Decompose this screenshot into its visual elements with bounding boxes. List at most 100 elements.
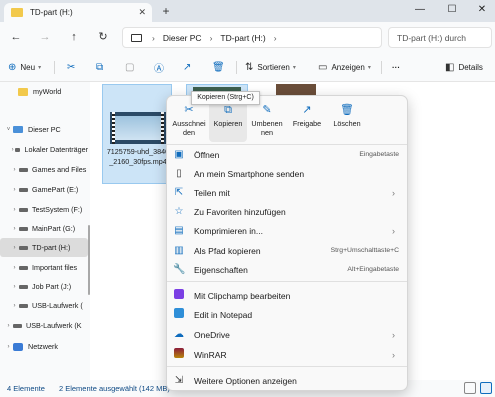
breadcrumb-this-pc[interactable]: Dieser PC	[163, 33, 202, 43]
sidebar-item-gamepart[interactable]: › GamePart (E:)	[0, 180, 88, 199]
folder-icon	[11, 8, 23, 17]
menu-item-label: Als Pfad kopieren	[194, 245, 261, 256]
menu-item-label: Komprimieren in...	[194, 225, 263, 236]
menu-item-copy-path[interactable]: ▥ Als Pfad kopieren Strg+Umschalttaste+C	[173, 241, 403, 260]
star-icon: ☆	[174, 206, 184, 217]
maximize-button[interactable]: ☐	[437, 0, 467, 22]
sidebar-item-label: Job Part (J:)	[32, 282, 72, 291]
menu-item-add-favorite[interactable]: ☆ Zu Favoriten hinzufügen	[173, 202, 403, 221]
copy-label: Kopieren	[213, 119, 243, 128]
menu-item-send-to-phone[interactable]: ▯ An mein Smartphone senden	[173, 164, 403, 183]
sidebar-item-testsystem[interactable]: › TestSystem (F:)	[0, 200, 88, 219]
menu-item-winrar[interactable]: WinRAR ›	[173, 345, 403, 364]
menu-item-label: Weitere Optionen anzeigen	[194, 375, 297, 386]
cut-action[interactable]: ✂ Ausschneiden	[170, 100, 208, 142]
chevron-right-icon: ›	[152, 32, 155, 43]
breadcrumb-td-part[interactable]: TD-part (H:)	[220, 33, 265, 43]
open-icon: ▣	[174, 149, 184, 160]
chevron-right-icon: ›	[209, 32, 213, 43]
menu-item-notepad[interactable]: Edit in Notepad	[173, 305, 403, 324]
sidebar-item-usb-drive-2[interactable]: › USB-Laufwerk (K	[0, 316, 88, 335]
sort-icon: ⇅	[245, 61, 254, 73]
menu-item-onedrive[interactable]: ☁ OneDrive ›	[173, 325, 403, 344]
up-button[interactable]: ↑	[66, 29, 82, 45]
details-button[interactable]: ◧ Details	[445, 60, 483, 74]
menu-item-label: An mein Smartphone senden	[194, 168, 305, 179]
sidebar-item-label: GamePart (E:)	[32, 185, 79, 194]
menu-shortcut: Strg+Umschalttaste+C	[330, 247, 399, 254]
share-icon: ↗	[183, 61, 192, 73]
usb-drive-icon	[19, 303, 28, 308]
sidebar-item-usb-drive-1[interactable]: › USB-Laufwerk (	[0, 296, 88, 315]
sidebar-item-label: Lokaler Datenträger	[24, 145, 88, 154]
forward-button[interactable]: →	[37, 29, 53, 45]
view-button[interactable]: ▭ Anzeigen ▾	[318, 60, 371, 74]
menu-item-label: Teilen mit	[194, 187, 230, 198]
file-item-video[interactable]: 7125759-uhd_3840_2160_30fps.mp4	[102, 84, 172, 184]
more-options-button[interactable]: ···	[392, 60, 400, 74]
details-view-button[interactable]	[464, 382, 476, 394]
menu-item-open[interactable]: ▣ Öffnen Eingabetaste	[173, 145, 403, 164]
chevron-right-icon: ›	[13, 283, 16, 290]
sidebar-item-td-part[interactable]: › TD-part (H:)	[0, 238, 88, 257]
new-button[interactable]: ⊕ Neu ▾	[8, 60, 41, 74]
menu-item-share-with[interactable]: ⇱ Teilen mit ›	[173, 183, 403, 202]
sidebar-item-this-pc[interactable]: ˅ Dieser PC	[0, 120, 88, 139]
more-options-icon: ⇲	[174, 375, 184, 386]
menu-item-compress[interactable]: ▤ Komprimieren in... ›	[173, 221, 403, 240]
clipboard-icon: ▢	[125, 61, 135, 73]
sidebar-item-myworld[interactable]: myWorld	[0, 82, 88, 101]
sidebar-item-label: Important files	[32, 263, 78, 272]
sidebar-item-games-files[interactable]: › Games and Files	[0, 160, 88, 179]
chevron-right-icon: ›	[13, 186, 16, 193]
search-input[interactable]: TD-part (H:) durch	[388, 27, 492, 48]
delete-action[interactable]: 🗑 Löschen	[328, 100, 366, 142]
menu-item-more-options[interactable]: ⇲ Weitere Optionen anzeigen	[173, 371, 403, 390]
share-action[interactable]: ↗ Freigabe	[288, 100, 326, 142]
address-bar[interactable]: › Dieser PC › TD-part (H:) ›	[122, 27, 382, 48]
sidebar-item-mainpart[interactable]: › MainPart (G:)	[0, 219, 88, 238]
usb-drive-icon	[13, 323, 22, 328]
paste-button[interactable]: ▢	[125, 60, 138, 74]
menu-shortcut: Alt+Eingabetaste	[347, 266, 399, 273]
menu-item-label: Zu Favoriten hinzufügen	[194, 206, 286, 217]
refresh-button[interactable]: ↻	[95, 29, 111, 45]
menu-item-properties[interactable]: 🔧 Eigenschaften Alt+Eingabetaste	[173, 260, 403, 279]
sidebar-item-local-disk[interactable]: › Lokaler Datenträger	[0, 140, 88, 159]
view-icon: ▭	[318, 61, 328, 73]
cut-button[interactable]: ✂	[67, 60, 79, 74]
delete-button[interactable]: 🗑	[212, 60, 229, 74]
rename-action[interactable]: ✎ Umbenennen	[248, 100, 286, 142]
tiles-view-button[interactable]	[480, 382, 492, 394]
chevron-right-icon: ›	[13, 302, 16, 309]
new-label: Neu	[20, 62, 36, 72]
share-icon: ⇱	[174, 187, 184, 198]
menu-item-clipchamp[interactable]: Mit Clipchamp bearbeiten	[173, 286, 403, 305]
sidebar-item-important-files[interactable]: › Important files	[0, 258, 88, 277]
sidebar-item-label: myWorld	[33, 87, 62, 96]
drive-icon	[19, 284, 28, 289]
minimize-button[interactable]: —	[405, 0, 435, 22]
sort-button[interactable]: ⇅ Sortieren ▾	[245, 60, 296, 74]
copy-icon: ⧉	[224, 104, 232, 116]
video-thumbnail	[110, 112, 166, 144]
rename-button[interactable]: Ⓐ	[154, 60, 168, 75]
close-tab-icon[interactable]: ✕	[138, 7, 146, 18]
menu-item-label: WinRAR	[194, 349, 227, 360]
copy-action[interactable]: ⧉ Kopieren	[209, 100, 247, 142]
scissors-icon: ✂	[184, 104, 194, 116]
sidebar-item-label: Dieser PC	[28, 125, 61, 134]
share-button[interactable]: ↗	[183, 60, 195, 74]
back-button[interactable]: ←	[8, 29, 24, 45]
sidebar-item-job-part[interactable]: › Job Part (J:)	[0, 277, 88, 296]
copy-button[interactable]: ⧉	[96, 60, 107, 74]
winrar-icon	[173, 348, 185, 361]
tab-td-part[interactable]: TD-part (H:) ✕	[4, 3, 152, 22]
copy-tooltip: Kopieren (Strg+C)	[191, 91, 260, 105]
network-icon	[13, 342, 23, 351]
chevron-right-icon: ›	[392, 225, 395, 236]
cut-label: Ausschneiden	[172, 119, 206, 137]
sidebar-item-network[interactable]: › Netzwerk	[0, 337, 88, 356]
new-tab-button[interactable]: +	[158, 3, 174, 19]
close-window-button[interactable]: ✕	[467, 0, 495, 22]
